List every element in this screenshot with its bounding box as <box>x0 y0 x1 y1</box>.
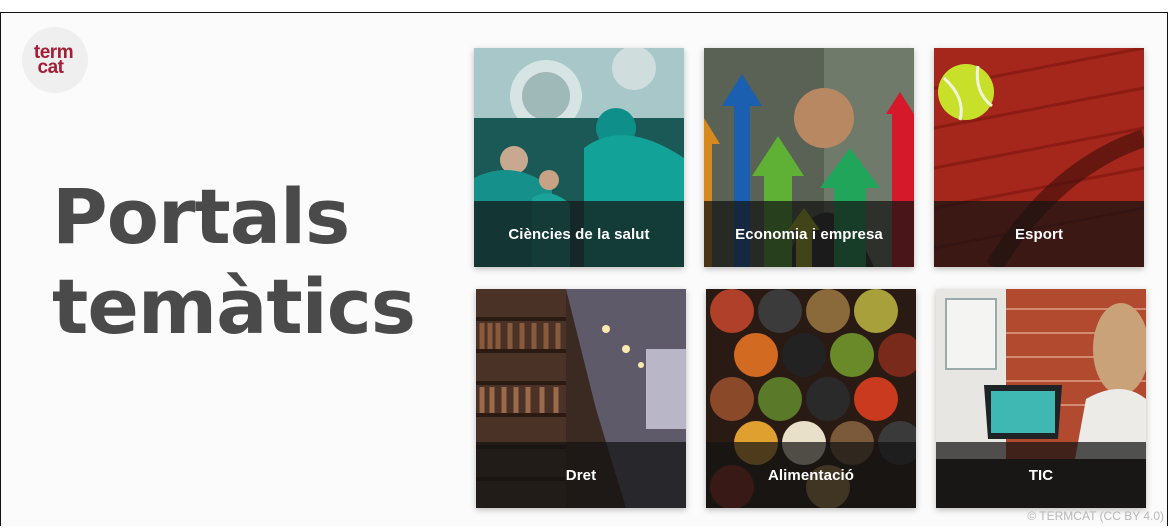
tile-tic[interactable]: TIC <box>936 289 1146 508</box>
tile-label: Dret <box>476 442 686 508</box>
tile-label: Esport <box>934 201 1144 267</box>
termcat-logo[interactable]: term cat <box>22 27 88 93</box>
tile-label: Economia i empresa <box>704 201 914 267</box>
tile-ciencies-de-la-salut[interactable]: Ciències de la salut <box>474 48 684 267</box>
page-title-line-2: temàtics <box>52 262 416 351</box>
tile-label: Alimentació <box>706 442 916 508</box>
copyright-footer: © TERMCAT (CC BY 4.0) <box>1027 509 1164 523</box>
page-title: Portals temàtics <box>52 172 416 352</box>
logo-line-cat: cat <box>37 57 64 78</box>
tile-economia-i-empresa[interactable]: Economia i empresa <box>704 48 914 267</box>
tile-dret[interactable]: Dret <box>476 289 686 508</box>
page-title-line-1: Portals <box>52 172 350 261</box>
tile-label: Ciències de la salut <box>474 201 684 267</box>
tile-alimentacio[interactable]: Alimentació <box>706 289 916 508</box>
tile-label: TIC <box>936 442 1146 508</box>
tile-esport[interactable]: Esport <box>934 48 1144 267</box>
